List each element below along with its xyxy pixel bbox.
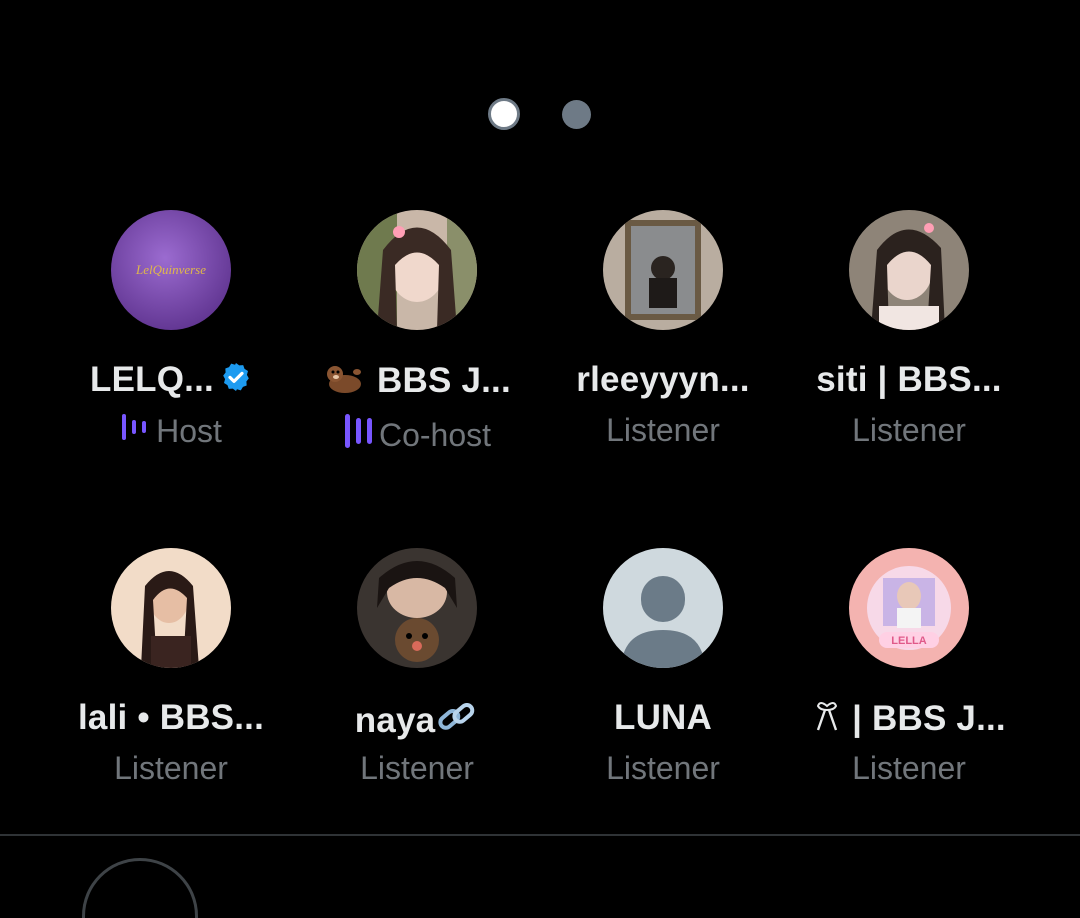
- avatar: [603, 210, 723, 330]
- participant-name: naya: [354, 700, 436, 740]
- avatar: [357, 548, 477, 668]
- verified-badge-icon: [220, 361, 252, 402]
- participant-tile[interactable]: LUNA Listener: [540, 548, 786, 798]
- participant-name: rleeyyyn...: [576, 360, 750, 399]
- avatar: LelQuinverse: [111, 210, 231, 330]
- page-dot-inactive[interactable]: [562, 100, 591, 129]
- bottom-control-partial[interactable]: [82, 858, 198, 918]
- page-indicator: [0, 98, 1080, 130]
- participant-tile[interactable]: lali • BBS... Listener: [48, 548, 294, 798]
- participant-tile[interactable]: LELLA | BBS J... Listener: [786, 548, 1032, 798]
- avatar: [111, 548, 231, 668]
- speaking-bars-icon: [343, 412, 375, 458]
- link-emoji-icon: [435, 698, 479, 747]
- participant-tile[interactable]: siti | BBS... Listener: [786, 210, 1032, 460]
- participant-name: LELQ...: [90, 360, 214, 399]
- participant-role: Listener: [606, 412, 720, 448]
- participant-role: Listener: [114, 750, 228, 786]
- avatar-logo-text: LelQuinverse: [135, 262, 206, 277]
- participant-name: lali • BBS...: [77, 698, 264, 737]
- avatar: [849, 210, 969, 330]
- participant-role: Listener: [852, 750, 966, 786]
- avatar: [357, 210, 477, 330]
- otter-emoji-icon: [323, 360, 367, 405]
- participant-tile-host[interactable]: LelQuinverse LELQ... Host: [48, 210, 294, 460]
- participant-role: Co-host: [378, 416, 492, 453]
- participant-name: BBS J...: [377, 360, 511, 400]
- participant-name: LUNA: [613, 698, 712, 737]
- participant-name: | BBS J...: [852, 698, 1006, 738]
- participant-tile[interactable]: naya Listener: [294, 548, 540, 798]
- page-dot-active[interactable]: [488, 98, 520, 130]
- participant-name: siti | BBS...: [816, 360, 1002, 399]
- default-profile-icon: [603, 548, 723, 668]
- ribbon-emoji-icon: [812, 698, 842, 743]
- participant-role: Host: [156, 412, 222, 449]
- participant-role: Listener: [606, 750, 720, 786]
- participant-role: Listener: [852, 412, 966, 448]
- avatar: LELLA: [849, 548, 969, 668]
- speaking-bars-icon: [120, 412, 152, 450]
- bottom-divider: [0, 834, 1080, 836]
- participant-role: Listener: [360, 750, 474, 786]
- avatar-text: LELLA: [891, 635, 926, 647]
- participant-tile-cohost[interactable]: BBS J... Co-host: [294, 210, 540, 460]
- participant-tile[interactable]: rleeyyyn... Listener: [540, 210, 786, 460]
